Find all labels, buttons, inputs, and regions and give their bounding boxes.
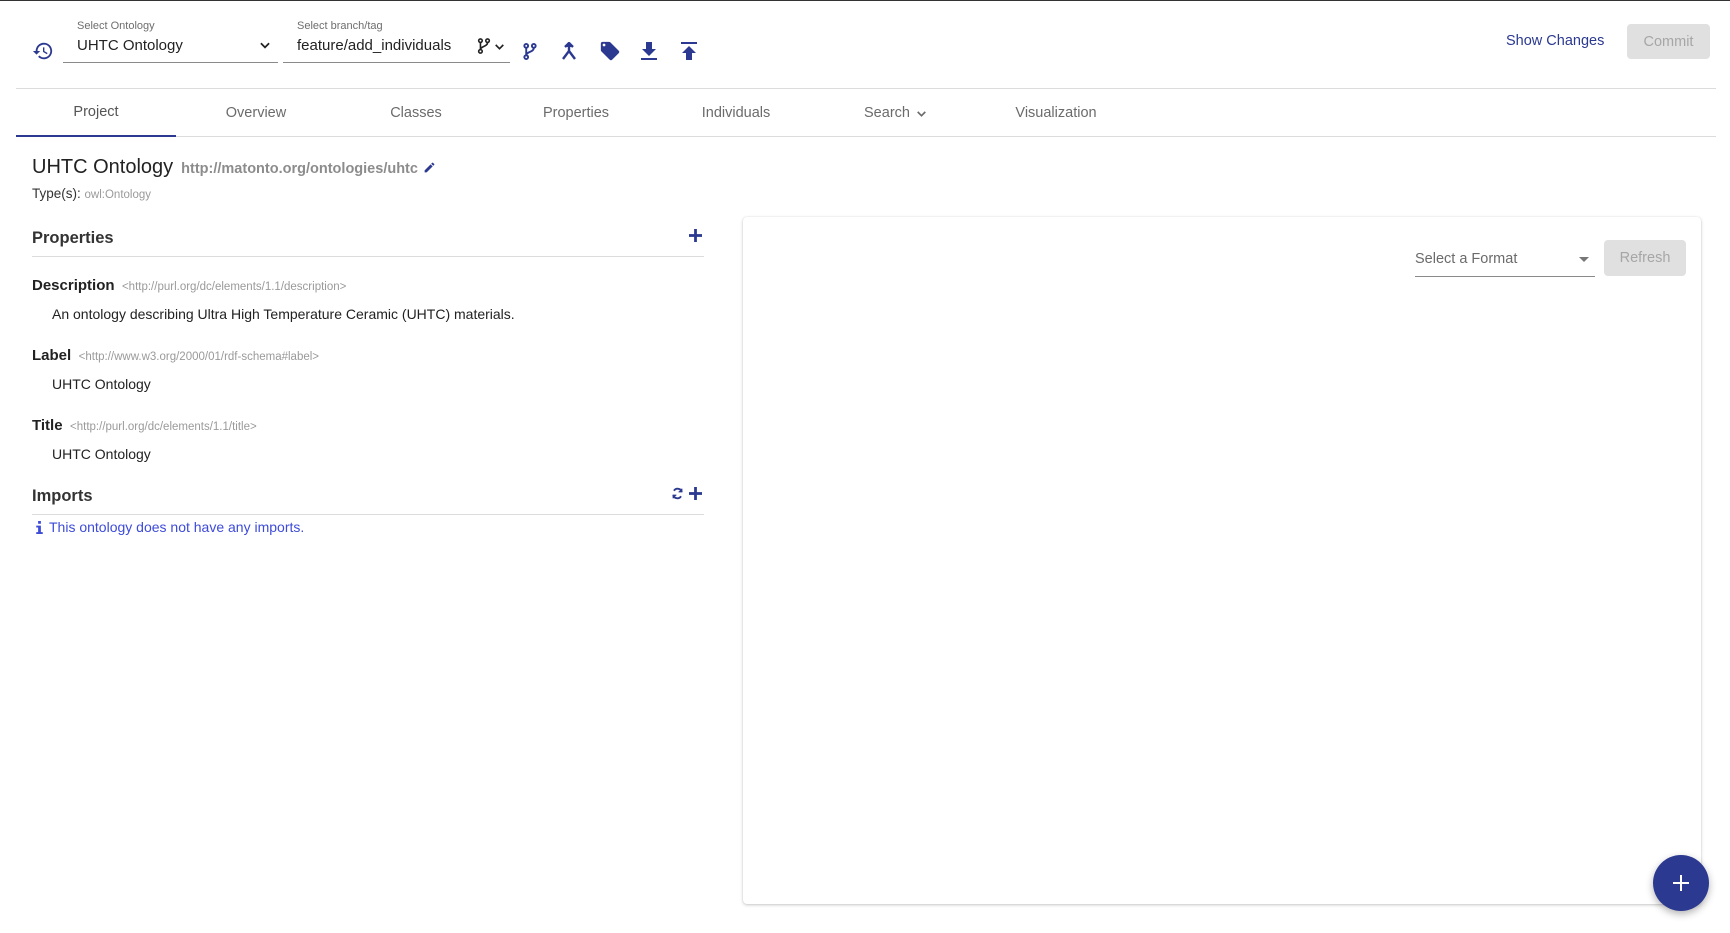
history-button[interactable] — [30, 38, 56, 64]
branch-select[interactable]: Select branch/tag feature/add_individual… — [283, 20, 510, 63]
properties-section-header: Properties — [32, 229, 704, 257]
merge-button[interactable] — [558, 40, 580, 62]
tab-label: Overview — [225, 105, 287, 121]
no-imports-message: This ontology does not have any imports. — [36, 519, 304, 535]
preview-panel: Select a Format Refresh — [743, 217, 1701, 904]
property-value[interactable]: UHTC Ontology — [52, 376, 151, 392]
tab-label: Project — [73, 104, 119, 120]
create-branch-icon — [523, 42, 537, 60]
property-iri: <http://purl.org/dc/elements/1.1/descrip… — [121, 281, 347, 293]
commit-button[interactable]: Commit — [1627, 24, 1710, 59]
tab-label: Classes — [390, 105, 442, 121]
add-property-icon[interactable] — [689, 229, 702, 242]
history-icon — [32, 42, 53, 60]
types-label: Type(s): — [32, 186, 81, 201]
no-imports-text: This ontology does not have any imports. — [49, 519, 305, 535]
ontology-name: UHTC Ontology — [32, 156, 174, 178]
properties-section-title: Properties — [32, 229, 114, 247]
tab-label: Visualization — [1015, 105, 1097, 121]
chevron-down-icon — [917, 110, 926, 117]
property-description: Description <http://purl.org/dc/elements… — [32, 277, 346, 295]
download-button[interactable] — [638, 39, 660, 63]
property-name: Title — [32, 417, 63, 434]
floating-add-button[interactable] — [1653, 855, 1709, 911]
ontology-select-value: UHTC Ontology — [77, 37, 183, 54]
imports-section-title: Imports — [32, 487, 93, 505]
format-select-placeholder: Select a Format — [1415, 251, 1518, 267]
property-name: Description — [32, 277, 115, 294]
tab-project[interactable]: Project — [16, 89, 176, 137]
info-icon — [36, 520, 43, 534]
tab-properties[interactable]: Properties — [496, 89, 656, 137]
branch-select-value: feature/add_individuals — [297, 37, 452, 54]
ontology-iri: http://matonto.org/ontologies/uhtc — [181, 161, 418, 177]
property-title: Title <http://purl.org/dc/elements/1.1/t… — [32, 417, 257, 435]
property-label: Label <http://www.w3.org/2000/01/rdf-sch… — [32, 347, 319, 365]
tag-icon — [600, 41, 620, 61]
create-branch-button[interactable] — [520, 40, 540, 62]
plus-icon — [1673, 875, 1689, 891]
ontology-types: Type(s): owl:Ontology — [32, 186, 151, 201]
property-value[interactable]: An ontology describing Ultra High Temper… — [52, 306, 515, 322]
tab-individuals[interactable]: Individuals — [656, 89, 816, 137]
caret-down-icon — [1579, 257, 1589, 262]
upload-icon — [681, 42, 697, 60]
tab-search[interactable]: Search — [816, 89, 976, 137]
types-value: owl:Ontology — [84, 189, 152, 201]
create-tag-button[interactable] — [597, 38, 623, 64]
property-iri: <http://purl.org/dc/elements/1.1/title> — [70, 421, 257, 433]
upload-button[interactable] — [678, 39, 700, 63]
ontology-header: UHTC Ontology http://matonto.org/ontolog… — [32, 156, 436, 179]
property-iri: <http://www.w3.org/2000/01/rdf-schema#la… — [78, 351, 320, 363]
add-import-icon[interactable] — [689, 487, 702, 500]
format-select[interactable]: Select a Format — [1415, 247, 1595, 277]
chevron-down-icon — [495, 43, 504, 50]
tab-label: Properties — [542, 105, 610, 121]
tab-bar: Project Overview Classes Properties Indi… — [16, 89, 1716, 137]
download-icon — [641, 42, 657, 60]
refresh-imports-icon[interactable] — [671, 487, 684, 500]
chevron-down-icon — [260, 42, 270, 49]
branch-icon — [477, 38, 491, 54]
show-changes-button[interactable]: Show Changes — [1506, 33, 1604, 49]
property-name: Label — [32, 347, 72, 364]
tab-label: Search — [864, 105, 910, 121]
ontology-select[interactable]: Select Ontology UHTC Ontology — [63, 20, 278, 63]
branch-select-label: Select branch/tag — [297, 20, 383, 32]
tab-label: Individuals — [701, 105, 771, 121]
pencil-icon[interactable] — [423, 161, 436, 174]
ontology-select-label: Select Ontology — [77, 20, 155, 32]
imports-section-header: Imports — [32, 487, 704, 515]
tab-classes[interactable]: Classes — [336, 89, 496, 137]
tab-visualization[interactable]: Visualization — [976, 89, 1136, 137]
property-value[interactable]: UHTC Ontology — [52, 446, 151, 462]
merge-icon — [562, 42, 576, 60]
window-top-border — [0, 0, 1730, 1]
refresh-button[interactable]: Refresh — [1604, 240, 1686, 276]
tab-overview[interactable]: Overview — [176, 89, 336, 137]
